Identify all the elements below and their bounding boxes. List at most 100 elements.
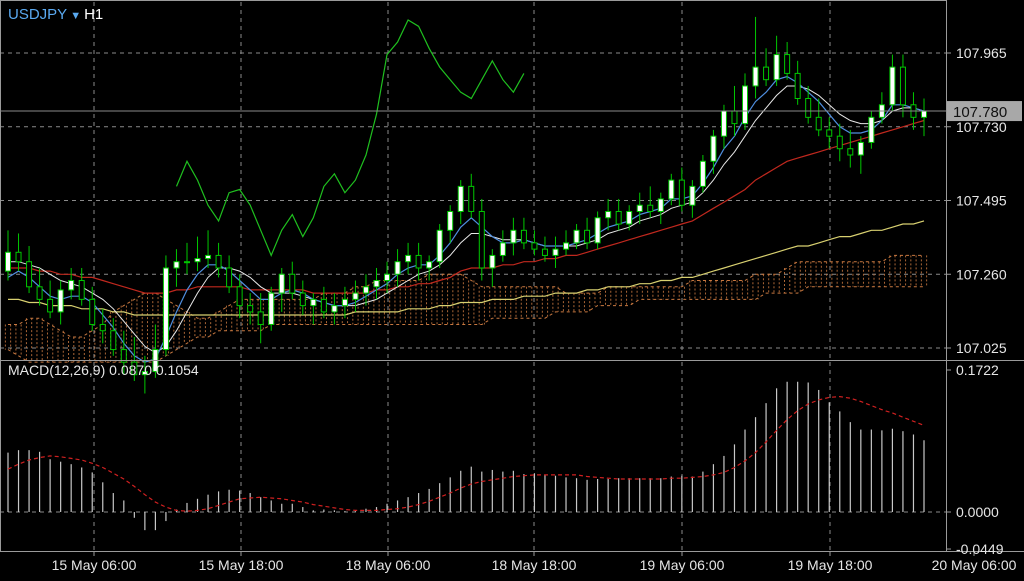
symbol-label[interactable]: USDJPY bbox=[8, 6, 67, 23]
candle[interactable] bbox=[921, 98, 927, 137]
candle[interactable] bbox=[426, 255, 433, 281]
candle[interactable] bbox=[489, 249, 496, 287]
candle[interactable] bbox=[868, 111, 875, 149]
candle-body-bear bbox=[89, 298, 96, 325]
candle[interactable] bbox=[5, 230, 11, 281]
candle[interactable] bbox=[710, 129, 717, 174]
candle[interactable] bbox=[636, 192, 643, 225]
candle[interactable] bbox=[394, 249, 401, 287]
candle[interactable] bbox=[331, 293, 338, 325]
candle[interactable] bbox=[47, 280, 54, 319]
candlestick-series[interactable] bbox=[5, 16, 927, 394]
chart-root[interactable]: 107.965 107.730 107.495 107.260 107.025 15 Ma… bbox=[0, 0, 1024, 576]
candle-body-bear bbox=[520, 229, 527, 244]
candle[interactable] bbox=[584, 217, 591, 250]
candle[interactable] bbox=[689, 180, 696, 218]
candle[interactable] bbox=[194, 236, 201, 272]
timeframe-label[interactable]: H1 bbox=[84, 6, 103, 23]
candle[interactable] bbox=[173, 249, 180, 287]
candle-body-bear bbox=[794, 72, 801, 100]
candle[interactable] bbox=[847, 129, 854, 168]
candle[interactable] bbox=[615, 198, 622, 231]
candle[interactable] bbox=[510, 217, 517, 256]
candle[interactable] bbox=[36, 267, 43, 306]
candle[interactable] bbox=[678, 167, 685, 212]
candle-body-bull bbox=[573, 229, 580, 244]
candle[interactable] bbox=[499, 230, 506, 262]
candle[interactable] bbox=[468, 173, 475, 218]
candle[interactable] bbox=[836, 123, 843, 162]
candle-body-bull bbox=[57, 289, 64, 313]
candle[interactable] bbox=[457, 180, 464, 225]
candle[interactable] bbox=[857, 136, 864, 174]
candle[interactable] bbox=[752, 16, 759, 99]
candle[interactable] bbox=[478, 198, 485, 281]
candle[interactable] bbox=[773, 35, 780, 86]
candle[interactable] bbox=[110, 318, 117, 356]
candle[interactable] bbox=[205, 230, 212, 268]
candle[interactable] bbox=[594, 211, 601, 250]
candle-body-bear bbox=[320, 298, 327, 313]
candle[interactable] bbox=[226, 255, 233, 294]
candle[interactable] bbox=[447, 205, 454, 243]
candle[interactable] bbox=[657, 192, 664, 225]
candle[interactable] bbox=[26, 246, 33, 294]
candle[interactable] bbox=[541, 236, 548, 262]
candle[interactable] bbox=[99, 308, 106, 344]
candle[interactable] bbox=[268, 286, 275, 331]
candle-body-bull bbox=[868, 116, 875, 143]
candle[interactable] bbox=[373, 267, 380, 300]
candle[interactable] bbox=[278, 267, 285, 312]
candle[interactable] bbox=[57, 280, 64, 325]
candle[interactable] bbox=[699, 154, 706, 193]
candle-body-bull bbox=[689, 185, 696, 206]
candle[interactable] bbox=[531, 230, 538, 256]
candle-body-bull bbox=[384, 273, 391, 282]
candle[interactable] bbox=[520, 217, 527, 250]
candle-body-bear bbox=[299, 292, 306, 307]
candle[interactable] bbox=[794, 60, 801, 105]
candle[interactable] bbox=[889, 54, 896, 112]
candle[interactable] bbox=[784, 42, 791, 80]
candle-body-bull bbox=[626, 210, 633, 225]
candle[interactable] bbox=[552, 236, 559, 268]
candle[interactable] bbox=[605, 198, 612, 231]
chart-frame bbox=[0, 0, 947, 552]
candle[interactable] bbox=[763, 48, 770, 86]
candle[interactable] bbox=[384, 261, 391, 294]
candle[interactable] bbox=[352, 280, 359, 312]
macd-tick-label: -0.0449 bbox=[956, 541, 1004, 557]
time-tick-label: 18 May 18:00 bbox=[492, 557, 577, 573]
candle-body-bull bbox=[394, 261, 401, 275]
candle[interactable] bbox=[320, 286, 327, 319]
candle[interactable] bbox=[247, 293, 254, 325]
candle-body-bull bbox=[310, 298, 317, 307]
price-tick-label: 107.965 bbox=[956, 45, 1007, 61]
triangle-down-icon[interactable]: ▼ bbox=[70, 10, 81, 22]
macd-name: MACD(12,26,9) bbox=[8, 362, 106, 378]
candle[interactable] bbox=[299, 280, 306, 316]
candle[interactable] bbox=[563, 230, 570, 256]
candle[interactable] bbox=[215, 242, 222, 278]
candle-body-bear bbox=[468, 185, 475, 212]
candle-body-bull bbox=[278, 273, 285, 294]
candle[interactable] bbox=[436, 224, 443, 268]
candle[interactable] bbox=[805, 85, 812, 124]
chart-svg[interactable]: 107.965 107.730 107.495 107.260 107.025 15 Ma… bbox=[0, 0, 1024, 576]
candle[interactable] bbox=[236, 274, 243, 319]
candle-body-bull bbox=[510, 229, 517, 244]
candle[interactable] bbox=[68, 267, 75, 300]
candle-body-bull bbox=[668, 179, 675, 200]
candle[interactable] bbox=[362, 274, 369, 306]
candle-body-bull bbox=[752, 66, 759, 87]
candle[interactable] bbox=[742, 73, 749, 130]
candle[interactable] bbox=[826, 117, 833, 149]
candle-body-bull bbox=[205, 254, 212, 260]
candle[interactable] bbox=[647, 186, 654, 218]
candle[interactable] bbox=[183, 242, 190, 275]
candle-body-bull bbox=[162, 267, 169, 351]
candle[interactable] bbox=[257, 293, 264, 344]
candle[interactable] bbox=[78, 267, 85, 306]
candle[interactable] bbox=[15, 233, 22, 272]
candle[interactable] bbox=[162, 255, 169, 356]
